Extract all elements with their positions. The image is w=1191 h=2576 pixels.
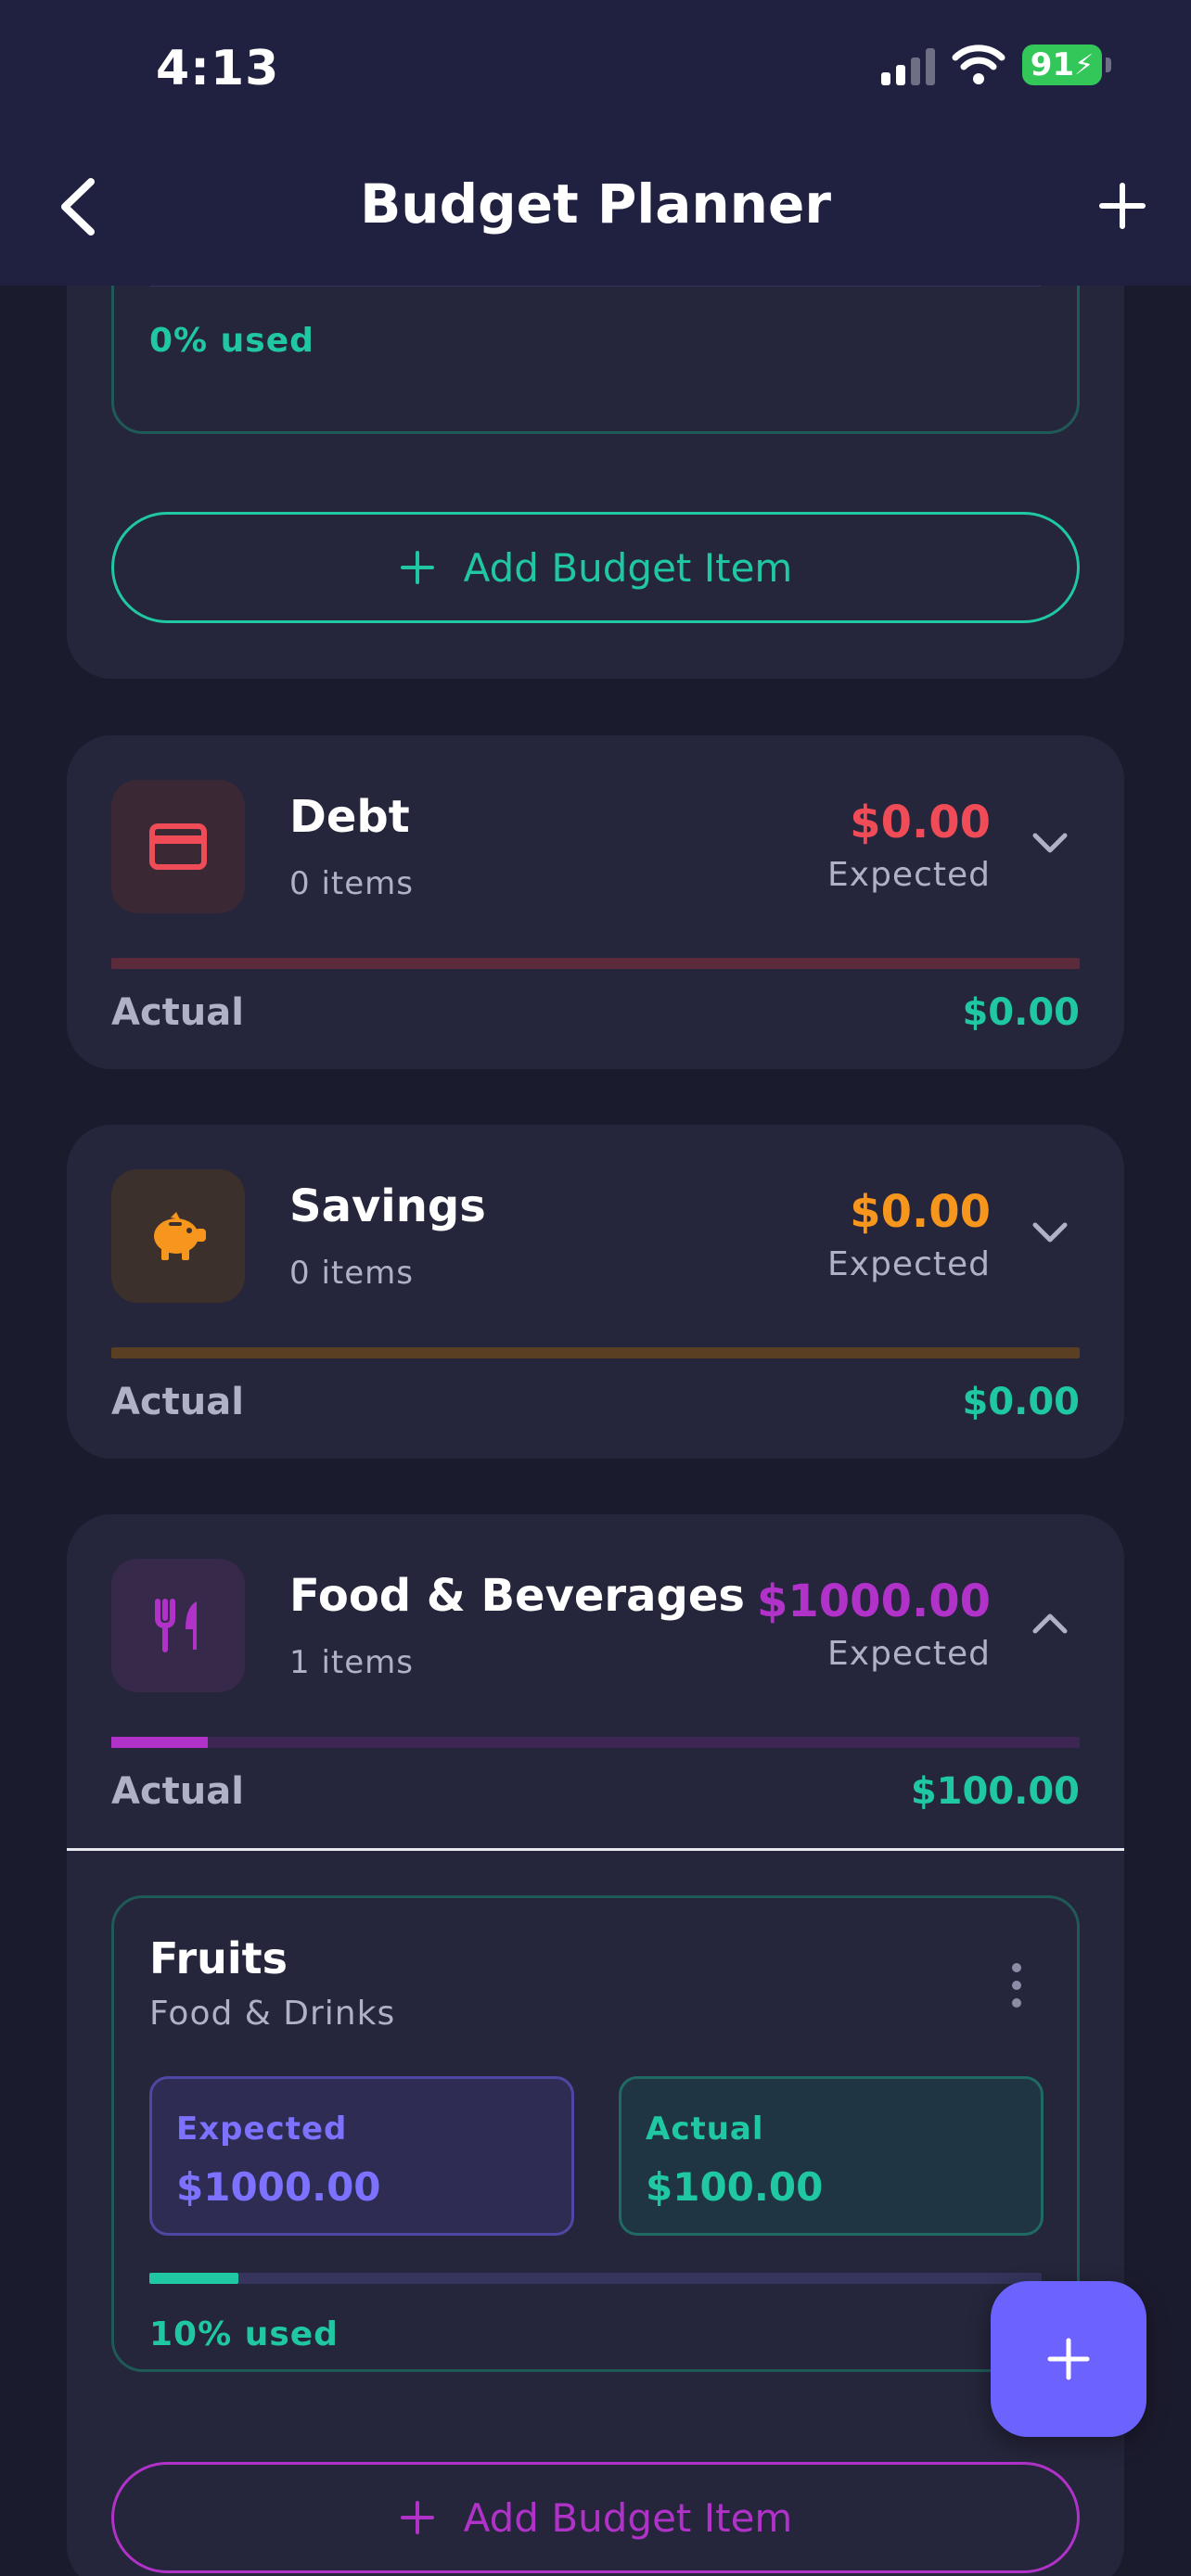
category-progress-bar [111,1347,1080,1358]
item-name: Fruits [149,1933,288,1983]
category-expected-amount: $0.00 [850,1186,991,1238]
category-actual-amount: $0.00 [962,991,1080,1034]
category-card-debt[interactable]: Debt 0 items $0.00 Expected Actual $0.00 [67,735,1124,1069]
signal-icon [881,45,935,85]
used-text: 0% used [149,322,314,360]
fork-knife-icon [155,1599,197,1652]
category-actual-label: Actual [111,1381,244,1423]
actual-box-value: $100.00 [646,2164,824,2210]
add-budget-item-label: Add Budget Item [463,2494,793,2541]
plus-icon [400,2501,434,2534]
category-card-partial: 0% used Add Budget Item [67,232,1124,679]
actual-box-label: Actual [646,2111,764,2148]
category-item-count: 0 items [289,865,414,902]
item-progress-fill [149,2273,239,2284]
category-expected-amount: $0.00 [850,797,991,848]
category-progress-fill [111,1737,209,1748]
item-progress-bar [149,2273,1042,2284]
category-icon-tile [111,1559,245,1692]
category-expected-label: Expected [827,1245,991,1283]
battery-icon: 91 ⚡ [1022,45,1111,85]
status-time: 4:13 [156,41,280,96]
category-item-count: 1 items [289,1644,414,1681]
plus-icon [400,551,434,584]
category-name: Savings [289,1180,486,1232]
used-text: 10% used [149,2315,339,2353]
category-progress-bar [111,1737,1080,1748]
plus-icon[interactable] [1098,182,1146,230]
category-icon-tile [111,1169,245,1303]
more-vertical-icon[interactable] [1010,1961,1023,2009]
add-budget-item-label: Add Budget Item [463,544,793,591]
wifi-icon [952,45,1005,84]
category-actual-amount: $0.00 [962,1381,1080,1423]
page-title: Budget Planner [360,172,831,236]
actual-box: Actual $100.00 [619,2076,1044,2236]
battery-level: 91 [1030,46,1075,83]
category-expected-label: Expected [827,856,991,894]
status-icons: 91 ⚡ [881,45,1111,85]
budget-item-card[interactable]: Fruits Food & Drinks Expected $1000.00 A… [111,1895,1080,2372]
category-expected-label: Expected [827,1635,991,1673]
app-header: 4:13 91 ⚡ Budget Planner [0,0,1191,286]
chevron-down-icon[interactable] [1031,1221,1069,1245]
category-progress-bar [111,958,1080,969]
category-name: Debt [289,791,410,843]
category-card-savings[interactable]: Savings 0 items $0.00 Expected Actual $0… [67,1125,1124,1459]
floating-add-button[interactable] [991,2281,1146,2437]
item-category: Food & Drinks [149,1995,396,2033]
category-name: Food & Beverages [289,1570,745,1622]
category-icon-tile [111,780,245,913]
category-actual-label: Actual [111,991,244,1034]
expected-box: Expected $1000.00 [149,2076,574,2236]
category-expected-amount: $1000.00 [756,1575,991,1627]
plus-icon [1047,2338,1090,2380]
credit-card-icon [149,823,207,870]
category-card-food-beverages[interactable]: Food & Beverages 1 items $1000.00 Expect… [67,1514,1124,2576]
expected-box-label: Expected [176,2111,348,2148]
add-budget-item-button[interactable]: Add Budget Item [111,512,1080,623]
expected-box-value: $1000.00 [176,2164,381,2210]
add-budget-item-button[interactable]: Add Budget Item [111,2462,1080,2573]
piggy-bank-icon [154,1212,206,1260]
divider [67,1848,1124,1851]
chevron-up-icon[interactable] [1031,1611,1069,1635]
chevron-down-icon[interactable] [1031,832,1069,856]
category-actual-amount: $100.00 [910,1770,1080,1813]
category-actual-label: Actual [111,1770,244,1813]
category-item-count: 0 items [289,1255,414,1292]
